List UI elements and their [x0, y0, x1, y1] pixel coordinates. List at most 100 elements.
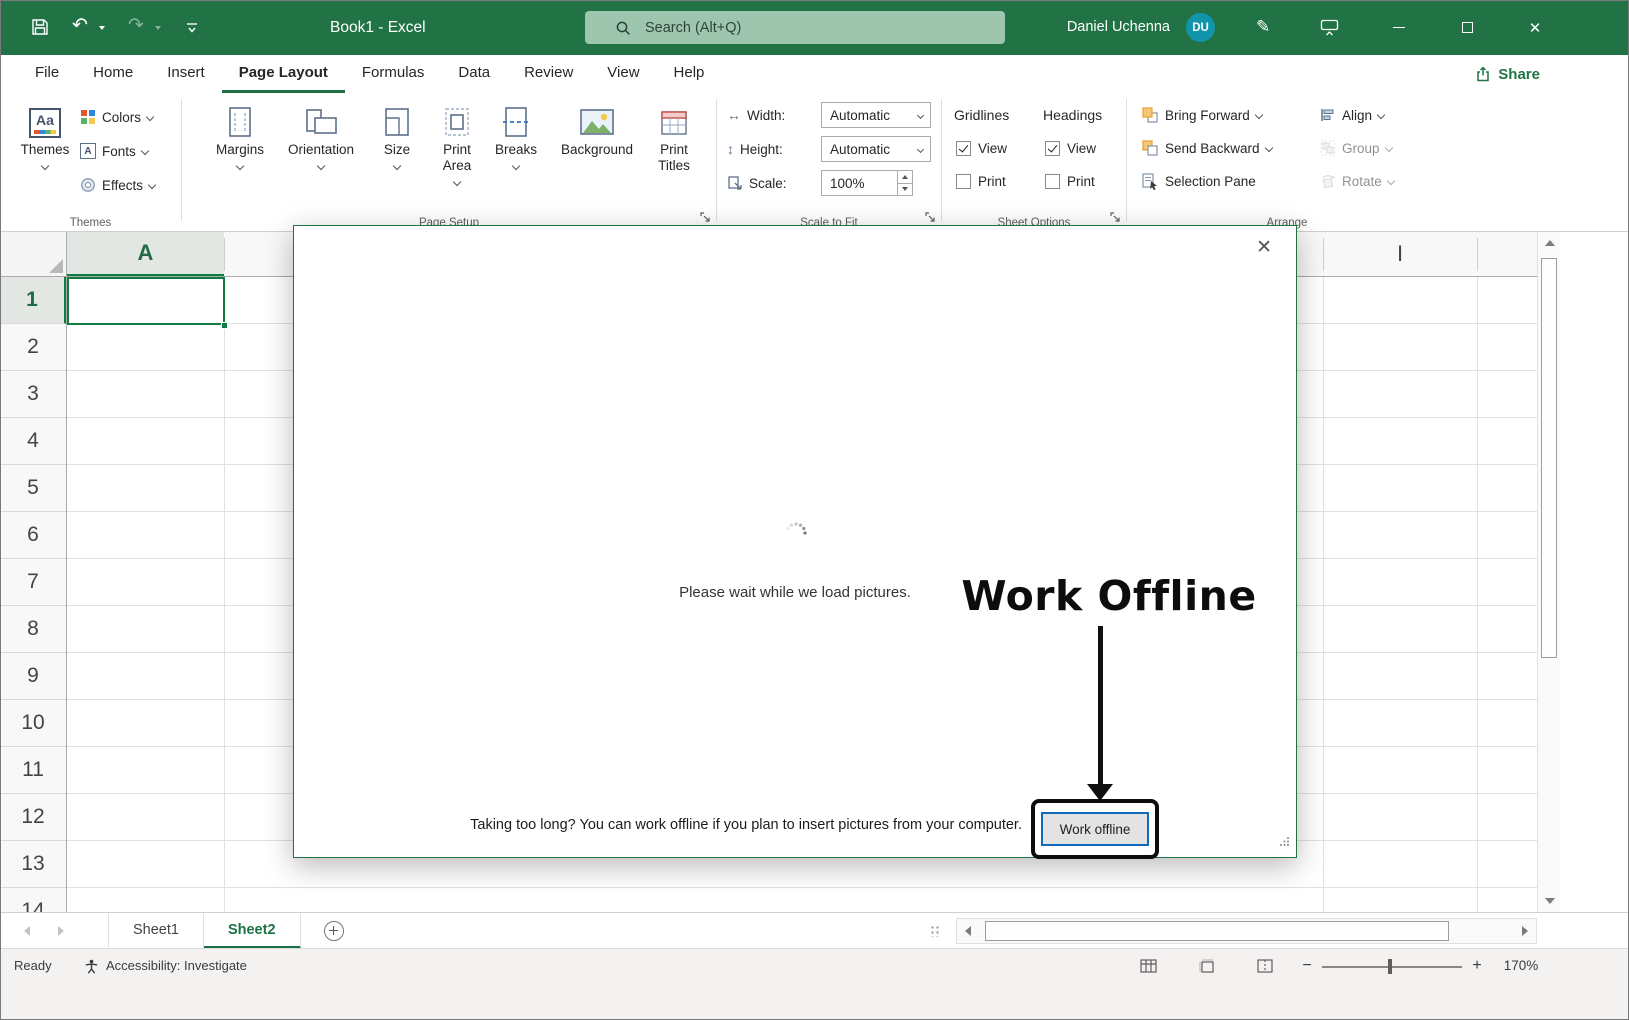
fill-handle[interactable]	[221, 322, 228, 329]
avatar[interactable]: DU	[1186, 13, 1215, 42]
tab-home[interactable]: Home	[76, 55, 150, 93]
tab-file[interactable]: File	[18, 55, 76, 93]
scroll-up-button[interactable]	[1538, 232, 1561, 254]
scroll-down-button[interactable]	[1538, 890, 1561, 912]
row-header-6[interactable]: 6	[0, 512, 66, 559]
sheet-tab-sheet2[interactable]: Sheet2	[204, 913, 301, 949]
work-offline-button[interactable]: Work offline	[1041, 812, 1149, 846]
send-backward-button[interactable]: Send Backward	[1141, 134, 1272, 162]
print-area-button[interactable]: Print Area	[429, 100, 485, 185]
vertical-scrollbar[interactable]	[1537, 232, 1560, 912]
chevron-down-icon	[146, 113, 154, 121]
row-header-1[interactable]: 1	[0, 277, 66, 324]
width-select[interactable]: Automatic	[821, 102, 931, 128]
size-button[interactable]: Size	[367, 100, 427, 169]
height-select[interactable]: Automatic	[821, 136, 931, 162]
row-header-12[interactable]: 12	[0, 794, 66, 841]
undo-dropdown[interactable]	[99, 26, 105, 30]
zoom-slider-thumb[interactable]	[1388, 959, 1392, 974]
normal-view-button[interactable]	[1135, 954, 1161, 978]
vertical-scrollbar-thumb[interactable]	[1541, 258, 1557, 658]
scroll-right-button[interactable]	[1514, 919, 1536, 943]
save-button[interactable]	[30, 17, 50, 37]
gridlines-view-checkbox[interactable]: View	[956, 141, 1007, 156]
resize-grip-icon[interactable]	[1279, 834, 1290, 852]
fonts-button[interactable]: A Fonts	[80, 137, 148, 165]
maximize-button[interactable]	[1435, 0, 1499, 55]
page-break-preview-button[interactable]	[1252, 954, 1278, 978]
redo-dropdown[interactable]	[155, 26, 161, 30]
colors-button[interactable]: Colors	[80, 103, 153, 131]
zoom-out-button[interactable]: −	[1297, 949, 1317, 983]
print-titles-button[interactable]: Print Titles	[644, 100, 704, 174]
next-sheet-button[interactable]	[46, 913, 76, 949]
scroll-left-button[interactable]	[957, 919, 979, 943]
row-header-5[interactable]: 5	[0, 465, 66, 512]
minimize-button[interactable]	[1367, 0, 1431, 55]
align-button[interactable]: Align	[1320, 101, 1384, 129]
tab-insert[interactable]: Insert	[150, 55, 222, 93]
dialog-close-button[interactable]: ✕	[1256, 236, 1272, 259]
tab-page-layout[interactable]: Page Layout	[222, 55, 345, 93]
accessibility-status[interactable]: Accessibility: Investigate	[84, 949, 247, 983]
zoom-in-button[interactable]: +	[1467, 949, 1487, 983]
ribbon-display-options-button[interactable]	[1320, 19, 1339, 36]
width-value: Automatic	[830, 108, 890, 123]
tab-data[interactable]: Data	[441, 55, 507, 93]
search-input[interactable]: Search (Alt+Q)	[585, 11, 1005, 44]
themes-button[interactable]: Aa Themes	[14, 100, 76, 169]
headings-print-checkbox[interactable]: Print	[1045, 174, 1095, 189]
select-all-corner[interactable]	[0, 232, 67, 277]
previous-sheet-button[interactable]	[12, 913, 42, 949]
triangle-right-icon	[1522, 926, 1528, 936]
share-button[interactable]: Share	[1475, 55, 1540, 93]
row-header-11[interactable]: 11	[0, 747, 66, 794]
background-button[interactable]: Background	[557, 100, 637, 158]
inking-button[interactable]: ✎	[1256, 17, 1270, 37]
row-header-10[interactable]: 10	[0, 700, 66, 747]
zoom-level[interactable]: 170%	[1494, 949, 1548, 983]
row-header-3[interactable]: 3	[0, 371, 66, 418]
page-layout-view-button[interactable]	[1194, 954, 1220, 978]
new-sheet-button[interactable]	[324, 921, 344, 941]
tab-review[interactable]: Review	[507, 55, 590, 93]
row-header-13[interactable]: 13	[0, 841, 66, 888]
breaks-button[interactable]: Breaks	[488, 100, 544, 169]
gridlines-print-checkbox[interactable]: Print	[956, 174, 1006, 189]
row-header-8[interactable]: 8	[0, 606, 66, 653]
sheet-tab-bar: Sheet1 Sheet2	[0, 912, 1629, 948]
undo-button[interactable]: ↶	[72, 14, 88, 37]
orientation-button[interactable]: Orientation	[282, 100, 360, 169]
row-header-9[interactable]: 9	[0, 653, 66, 700]
scale-spinner[interactable]: 100%	[821, 170, 913, 196]
tab-formulas[interactable]: Formulas	[345, 55, 442, 93]
column-header-a[interactable]: A	[67, 232, 224, 276]
chevron-down-icon	[99, 26, 105, 30]
orientation-icon	[304, 100, 338, 138]
chevron-down-icon	[1384, 144, 1392, 152]
row-header-7[interactable]: 7	[0, 559, 66, 606]
row-header-2[interactable]: 2	[0, 324, 66, 371]
height-label: Height:	[740, 142, 783, 157]
selected-cell-a1[interactable]	[67, 277, 225, 325]
page-break-preview-icon	[1257, 959, 1273, 973]
bring-forward-button[interactable]: Bring Forward	[1141, 101, 1262, 129]
selection-pane-button[interactable]: Selection Pane	[1141, 167, 1256, 195]
close-button[interactable]: ✕	[1503, 0, 1567, 55]
horizontal-scrollbar[interactable]	[956, 918, 1537, 944]
sheet-tab-sheet1[interactable]: Sheet1	[108, 913, 204, 949]
horizontal-scrollbar-thumb[interactable]	[985, 921, 1449, 941]
headings-view-checkbox[interactable]: View	[1045, 141, 1096, 156]
row-header-4[interactable]: 4	[0, 418, 66, 465]
tab-view[interactable]: View	[590, 55, 656, 93]
redo-button[interactable]: ↷	[128, 14, 144, 37]
customize-quick-access-toolbar-button[interactable]	[185, 22, 199, 35]
zoom-slider-track[interactable]	[1322, 966, 1462, 968]
tab-help[interactable]: Help	[657, 55, 722, 93]
effects-button[interactable]: Effects	[80, 171, 155, 199]
margins-button[interactable]: Margins	[208, 100, 272, 169]
spinner-buttons[interactable]	[897, 171, 912, 195]
column-header-i[interactable]: I	[1323, 232, 1477, 276]
chevron-down-icon	[393, 162, 401, 170]
tab-splitter-handle[interactable]	[930, 925, 939, 937]
